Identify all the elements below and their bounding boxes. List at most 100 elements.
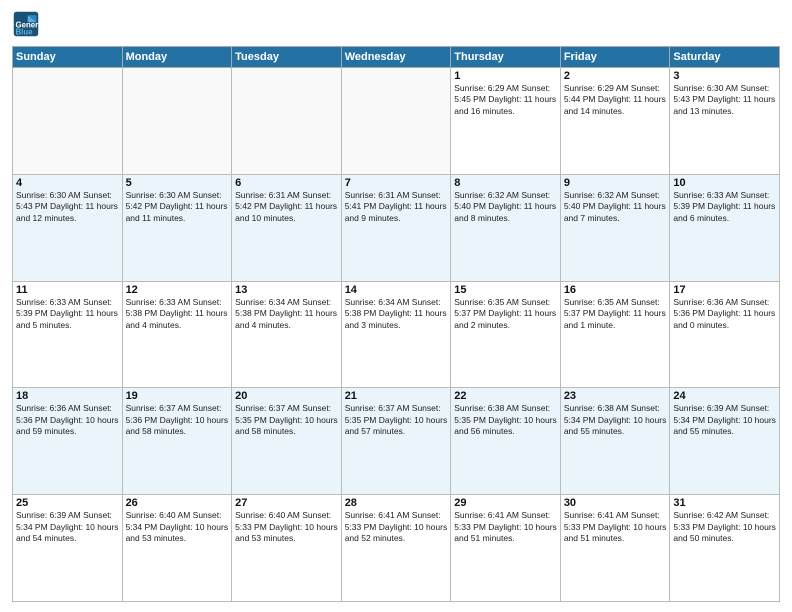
day-info: Sunrise: 6:41 AM Sunset: 5:33 PM Dayligh… [454, 510, 557, 544]
day-cell: 21Sunrise: 6:37 AM Sunset: 5:35 PM Dayli… [341, 388, 451, 495]
day-info: Sunrise: 6:31 AM Sunset: 5:42 PM Dayligh… [235, 190, 338, 224]
day-cell: 25Sunrise: 6:39 AM Sunset: 5:34 PM Dayli… [13, 495, 123, 602]
day-number: 10 [673, 177, 776, 189]
day-number: 2 [564, 70, 667, 82]
day-info: Sunrise: 6:35 AM Sunset: 5:37 PM Dayligh… [454, 297, 557, 331]
day-cell: 8Sunrise: 6:32 AM Sunset: 5:40 PM Daylig… [451, 174, 561, 281]
day-number: 17 [673, 284, 776, 296]
day-number: 6 [235, 177, 338, 189]
day-cell: 27Sunrise: 6:40 AM Sunset: 5:33 PM Dayli… [232, 495, 342, 602]
day-number: 24 [673, 390, 776, 402]
day-number: 31 [673, 497, 776, 509]
svg-text:Blue: Blue [16, 28, 34, 37]
day-cell: 13Sunrise: 6:34 AM Sunset: 5:38 PM Dayli… [232, 281, 342, 388]
day-cell: 11Sunrise: 6:33 AM Sunset: 5:39 PM Dayli… [13, 281, 123, 388]
week-row-2: 4Sunrise: 6:30 AM Sunset: 5:43 PM Daylig… [13, 174, 780, 281]
day-cell [341, 68, 451, 175]
day-info: Sunrise: 6:33 AM Sunset: 5:39 PM Dayligh… [16, 297, 119, 331]
day-info: Sunrise: 6:33 AM Sunset: 5:38 PM Dayligh… [126, 297, 229, 331]
day-cell: 28Sunrise: 6:41 AM Sunset: 5:33 PM Dayli… [341, 495, 451, 602]
weekday-header-tuesday: Tuesday [232, 47, 342, 68]
day-cell: 17Sunrise: 6:36 AM Sunset: 5:36 PM Dayli… [670, 281, 780, 388]
weekday-header-saturday: Saturday [670, 47, 780, 68]
day-cell: 10Sunrise: 6:33 AM Sunset: 5:39 PM Dayli… [670, 174, 780, 281]
day-cell: 31Sunrise: 6:42 AM Sunset: 5:33 PM Dayli… [670, 495, 780, 602]
day-number: 27 [235, 497, 338, 509]
day-cell: 20Sunrise: 6:37 AM Sunset: 5:35 PM Dayli… [232, 388, 342, 495]
day-cell: 6Sunrise: 6:31 AM Sunset: 5:42 PM Daylig… [232, 174, 342, 281]
day-number: 11 [16, 284, 119, 296]
weekday-header-row: SundayMondayTuesdayWednesdayThursdayFrid… [13, 47, 780, 68]
day-info: Sunrise: 6:29 AM Sunset: 5:44 PM Dayligh… [564, 83, 667, 117]
day-number: 18 [16, 390, 119, 402]
weekday-header-friday: Friday [560, 47, 670, 68]
day-cell: 3Sunrise: 6:30 AM Sunset: 5:43 PM Daylig… [670, 68, 780, 175]
day-info: Sunrise: 6:31 AM Sunset: 5:41 PM Dayligh… [345, 190, 448, 224]
day-number: 23 [564, 390, 667, 402]
day-cell: 23Sunrise: 6:38 AM Sunset: 5:34 PM Dayli… [560, 388, 670, 495]
day-info: Sunrise: 6:37 AM Sunset: 5:35 PM Dayligh… [345, 403, 448, 437]
day-info: Sunrise: 6:41 AM Sunset: 5:33 PM Dayligh… [564, 510, 667, 544]
day-cell: 29Sunrise: 6:41 AM Sunset: 5:33 PM Dayli… [451, 495, 561, 602]
day-info: Sunrise: 6:39 AM Sunset: 5:34 PM Dayligh… [16, 510, 119, 544]
day-info: Sunrise: 6:38 AM Sunset: 5:34 PM Dayligh… [564, 403, 667, 437]
weekday-header-monday: Monday [122, 47, 232, 68]
day-number: 30 [564, 497, 667, 509]
day-info: Sunrise: 6:33 AM Sunset: 5:39 PM Dayligh… [673, 190, 776, 224]
week-row-1: 1Sunrise: 6:29 AM Sunset: 5:45 PM Daylig… [13, 68, 780, 175]
day-info: Sunrise: 6:32 AM Sunset: 5:40 PM Dayligh… [454, 190, 557, 224]
week-row-4: 18Sunrise: 6:36 AM Sunset: 5:36 PM Dayli… [13, 388, 780, 495]
day-info: Sunrise: 6:39 AM Sunset: 5:34 PM Dayligh… [673, 403, 776, 437]
day-number: 12 [126, 284, 229, 296]
weekday-header-wednesday: Wednesday [341, 47, 451, 68]
day-number: 19 [126, 390, 229, 402]
day-number: 25 [16, 497, 119, 509]
day-number: 8 [454, 177, 557, 189]
day-cell: 26Sunrise: 6:40 AM Sunset: 5:34 PM Dayli… [122, 495, 232, 602]
day-number: 26 [126, 497, 229, 509]
day-cell: 7Sunrise: 6:31 AM Sunset: 5:41 PM Daylig… [341, 174, 451, 281]
day-cell [232, 68, 342, 175]
day-info: Sunrise: 6:41 AM Sunset: 5:33 PM Dayligh… [345, 510, 448, 544]
day-info: Sunrise: 6:40 AM Sunset: 5:33 PM Dayligh… [235, 510, 338, 544]
day-cell: 15Sunrise: 6:35 AM Sunset: 5:37 PM Dayli… [451, 281, 561, 388]
day-number: 13 [235, 284, 338, 296]
day-info: Sunrise: 6:29 AM Sunset: 5:45 PM Dayligh… [454, 83, 557, 117]
day-number: 14 [345, 284, 448, 296]
day-number: 1 [454, 70, 557, 82]
calendar-table: SundayMondayTuesdayWednesdayThursdayFrid… [12, 46, 780, 602]
day-info: Sunrise: 6:42 AM Sunset: 5:33 PM Dayligh… [673, 510, 776, 544]
day-cell: 19Sunrise: 6:37 AM Sunset: 5:36 PM Dayli… [122, 388, 232, 495]
day-number: 7 [345, 177, 448, 189]
day-cell: 5Sunrise: 6:30 AM Sunset: 5:42 PM Daylig… [122, 174, 232, 281]
logo-icon: General Blue [12, 10, 40, 38]
day-info: Sunrise: 6:32 AM Sunset: 5:40 PM Dayligh… [564, 190, 667, 224]
day-info: Sunrise: 6:37 AM Sunset: 5:36 PM Dayligh… [126, 403, 229, 437]
day-number: 5 [126, 177, 229, 189]
week-row-3: 11Sunrise: 6:33 AM Sunset: 5:39 PM Dayli… [13, 281, 780, 388]
weekday-header-sunday: Sunday [13, 47, 123, 68]
day-number: 28 [345, 497, 448, 509]
day-number: 22 [454, 390, 557, 402]
day-cell: 22Sunrise: 6:38 AM Sunset: 5:35 PM Dayli… [451, 388, 561, 495]
day-number: 15 [454, 284, 557, 296]
day-info: Sunrise: 6:30 AM Sunset: 5:43 PM Dayligh… [16, 190, 119, 224]
day-cell: 1Sunrise: 6:29 AM Sunset: 5:45 PM Daylig… [451, 68, 561, 175]
week-row-5: 25Sunrise: 6:39 AM Sunset: 5:34 PM Dayli… [13, 495, 780, 602]
day-cell: 18Sunrise: 6:36 AM Sunset: 5:36 PM Dayli… [13, 388, 123, 495]
header: General Blue [12, 10, 780, 38]
day-number: 4 [16, 177, 119, 189]
weekday-header-thursday: Thursday [451, 47, 561, 68]
day-info: Sunrise: 6:30 AM Sunset: 5:43 PM Dayligh… [673, 83, 776, 117]
day-cell: 16Sunrise: 6:35 AM Sunset: 5:37 PM Dayli… [560, 281, 670, 388]
day-cell: 12Sunrise: 6:33 AM Sunset: 5:38 PM Dayli… [122, 281, 232, 388]
calendar-page: General Blue SundayMondayTuesdayWednesda… [0, 0, 792, 612]
day-cell: 2Sunrise: 6:29 AM Sunset: 5:44 PM Daylig… [560, 68, 670, 175]
day-cell: 30Sunrise: 6:41 AM Sunset: 5:33 PM Dayli… [560, 495, 670, 602]
day-cell [13, 68, 123, 175]
day-number: 21 [345, 390, 448, 402]
day-number: 3 [673, 70, 776, 82]
day-cell: 4Sunrise: 6:30 AM Sunset: 5:43 PM Daylig… [13, 174, 123, 281]
day-number: 29 [454, 497, 557, 509]
day-number: 20 [235, 390, 338, 402]
